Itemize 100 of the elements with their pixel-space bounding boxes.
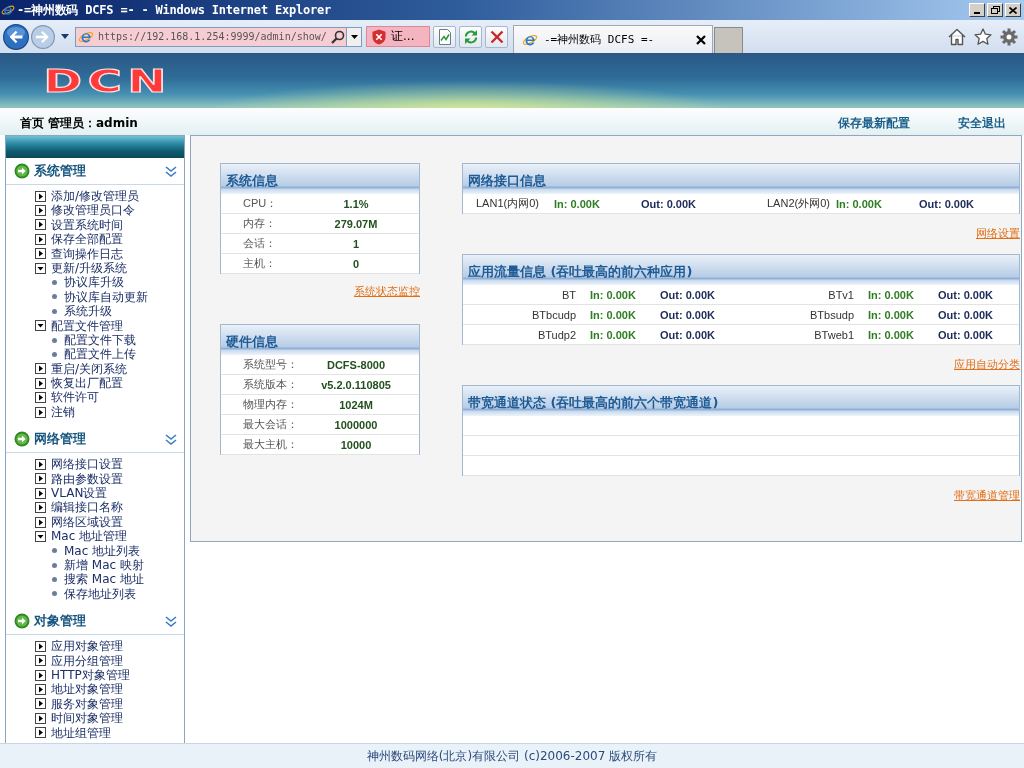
home-icon[interactable] [948, 27, 966, 46]
submenu-item[interactable]: 搜索 Mac 地址 [52, 572, 144, 587]
menu-item[interactable]: VLAN设置 [35, 486, 108, 501]
in-rate: In: 0.00K [590, 308, 636, 321]
bullet-icon [52, 308, 57, 314]
admin-label: 管理员：admin [48, 115, 138, 132]
submenu-item[interactable]: 协议库自动更新 [52, 289, 148, 305]
application-name: BTudp2 [537, 328, 576, 341]
settings-icon[interactable] [1000, 27, 1018, 46]
menu-item[interactable]: 注销 [35, 404, 75, 420]
close-button[interactable] [1005, 3, 1021, 17]
arrow-circle-icon [14, 431, 30, 448]
double-chevron-icon[interactable] [165, 165, 177, 177]
info-value: 1000000 [334, 418, 378, 431]
info-value: 0 [352, 257, 360, 270]
info-label: 最大主机： [243, 437, 298, 452]
section-title[interactable]: 对象管理 [34, 612, 86, 631]
menu-item[interactable]: 软件许可 [35, 390, 99, 405]
out-rate: Out: 0.00K [938, 308, 993, 321]
info-label: 最大会话： [243, 417, 298, 432]
submenu-item[interactable]: 系统升级 [52, 304, 112, 319]
menu-item[interactable]: 修改管理员口令 [35, 203, 135, 218]
out-rate: Out: 0.00K [660, 308, 715, 321]
close-icon[interactable] [696, 34, 706, 45]
shield-icon [371, 28, 387, 45]
panel-header: 带宽通道状态 (吞吐最高的前六个带宽通道) [463, 386, 1019, 416]
menu-item[interactable]: 网络区域设置 [35, 514, 123, 530]
menu-item[interactable]: 地址组管理 [35, 725, 111, 740]
address-dropdown-button[interactable] [347, 26, 362, 47]
menu-item[interactable]: 设置系统时间 [35, 217, 123, 233]
panel-header: 应用流量信息 (吞吐最高的前六种应用) [463, 255, 1019, 285]
arrow-circle-icon [14, 613, 30, 630]
submenu-item[interactable]: 配置文件下载 [52, 332, 136, 348]
bullet-icon [52, 337, 57, 343]
cross-icon [488, 28, 505, 45]
star-icon[interactable] [974, 27, 992, 46]
window-title: -=神州数码 DCFS =- - Windows Internet Explorer [17, 1, 332, 19]
refresh-icon [462, 28, 479, 45]
caret-icon[interactable] [61, 34, 69, 39]
search-icon[interactable] [330, 29, 345, 44]
menu-item[interactable]: 服务对象管理 [35, 696, 123, 712]
info-value: v5.2.0.110805 [321, 378, 391, 391]
submenu-item[interactable]: 保存地址列表 [52, 586, 136, 602]
minimize-button[interactable] [969, 3, 985, 17]
in-rate: In: 0.00K [590, 288, 636, 301]
bullet-icon [52, 591, 57, 597]
bullet-icon [52, 562, 57, 568]
close-icon [1009, 6, 1017, 14]
menu-item[interactable]: Mac 地址管理 [35, 529, 128, 544]
panel-header: 硬件信息 [221, 325, 419, 355]
double-chevron-icon[interactable] [165, 615, 177, 627]
bullet-icon [52, 577, 57, 583]
in-rate: In: 0.00K [836, 197, 882, 210]
submenu-item[interactable]: 新增 Mac 映射 [52, 558, 144, 573]
menu-item[interactable]: 添加/修改管理员 [35, 189, 140, 204]
menu-item[interactable]: HTTP对象管理 [35, 667, 130, 683]
certificate-error-button[interactable]: 证... [366, 26, 430, 47]
info-label: 会话： [243, 236, 276, 251]
menu-item[interactable]: 更新/升级系统 [35, 260, 128, 276]
info-label: 系统版本： [243, 377, 298, 392]
menu-item[interactable]: 重启/关闭系统 [35, 361, 128, 377]
menu-item[interactable]: 配置文件管理 [35, 318, 123, 333]
copyright-text: 神州数码网络(北京)有限公司 (c)2006-2007 版权所有 [366, 747, 658, 765]
menu-item[interactable]: 保存全部配置 [35, 232, 123, 247]
compatibility-button[interactable] [433, 25, 456, 48]
menu-item[interactable]: 查询操作日志 [35, 246, 123, 261]
in-rate: In: 0.00K [554, 197, 600, 210]
info-label: 系统型号： [243, 357, 298, 372]
menu-item[interactable]: 网络接口设置 [35, 457, 123, 472]
menu-item[interactable]: 编辑接口名称 [35, 500, 123, 515]
section-title[interactable]: 系统管理 [34, 162, 86, 180]
refresh-button[interactable] [459, 25, 482, 48]
info-value: 1024M [339, 398, 373, 411]
stop-button[interactable] [485, 25, 508, 48]
submenu-item[interactable]: 协议库升级 [52, 275, 124, 290]
menu-item[interactable]: 路由参数设置 [35, 471, 123, 487]
address-field[interactable]: https://192.168.1.254:9999/admin/show/ [75, 26, 347, 47]
save-config-link[interactable]: 保存最新配置 [838, 115, 910, 132]
browser-tab[interactable]: -=神州数码 DCFS =- [513, 25, 713, 53]
menu-item[interactable]: 应用分组管理 [35, 653, 123, 668]
logout-link[interactable]: 安全退出 [958, 115, 1006, 132]
menu-item[interactable]: 地址对象管理 [35, 682, 123, 697]
restore-button[interactable] [987, 3, 1003, 17]
home-link[interactable]: 首页 [20, 115, 44, 132]
double-chevron-icon[interactable] [165, 433, 177, 445]
menu-item[interactable]: 恢复出厂配置 [35, 376, 123, 391]
submenu-item[interactable]: Mac 地址列表 [52, 543, 141, 558]
menu-item[interactable]: 时间对象管理 [35, 711, 123, 726]
minimize-icon [974, 12, 980, 14]
menu-item[interactable]: 应用对象管理 [35, 639, 123, 654]
application-name: BTv1 [828, 288, 854, 301]
out-rate: Out: 0.00K [919, 197, 974, 210]
panel-header: 系统信息 [221, 164, 419, 194]
application-name: BTweb1 [814, 328, 854, 341]
submenu-item[interactable]: 配置文件上传 [52, 347, 136, 362]
section-title[interactable]: 网络管理 [34, 430, 86, 449]
application-name: BTbsudp [809, 308, 854, 321]
info-value: 1 [352, 237, 360, 250]
info-value: 10000 [340, 438, 372, 451]
info-label: 物理内存： [243, 397, 298, 412]
